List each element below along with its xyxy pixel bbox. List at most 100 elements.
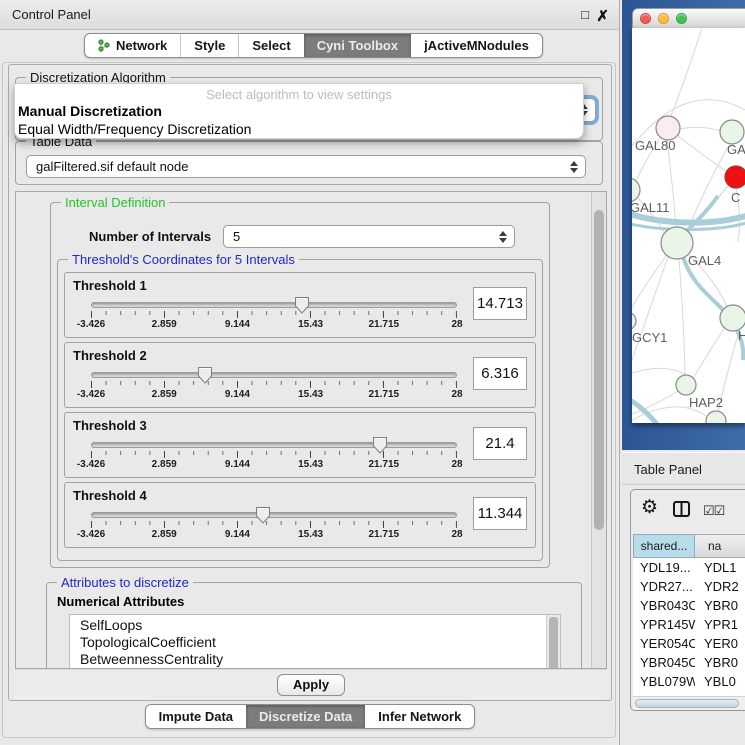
table-row[interactable]: YBR045CYBR0: [633, 653, 745, 672]
threshold-coordinates-group: Threshold's Coordinates for 5 Intervals …: [57, 259, 543, 561]
dropdown-option-equal-width-frequency[interactable]: Equal Width/Frequency Discretization: [15, 120, 583, 138]
threshold-2-value-field[interactable]: 6.316: [473, 357, 527, 390]
panel-scrollbar[interactable]: [591, 192, 606, 668]
table-row[interactable]: YER054CYER0: [633, 634, 745, 653]
node-label: C: [731, 190, 740, 205]
numerical-attributes-list: SelfLoops TopologicalCoefficient Between…: [69, 614, 561, 669]
node-attribute-table: shared... na YDL19...YDL1 YDR27...YDR2 Y…: [633, 534, 745, 696]
threshold-4-slider[interactable]: -3.426 2.859 9.144 15.43 21.715 28: [91, 512, 457, 541]
threshold-1-box: Threshold 1: [64, 272, 536, 338]
table-row[interactable]: YPR145WYPR1: [633, 615, 745, 634]
network-window-titlebar: [632, 8, 745, 28]
cyni-bottom-tabs: Impute Data Discretize Data Infer Networ…: [0, 704, 620, 729]
dropdown-hint-option: Select algorithm to view settings: [15, 84, 583, 102]
number-of-intervals-spinner[interactable]: 5: [223, 225, 515, 248]
node-label: HAP2: [689, 395, 723, 410]
close-window-icon[interactable]: ✗: [596, 7, 609, 25]
slider-tick-labels: -3.426 2.859 9.144 15.43 21.715 28: [91, 389, 457, 401]
slider-ticks: [91, 451, 457, 458]
apply-bar: Apply: [15, 669, 607, 700]
columns-icon[interactable]: [673, 501, 690, 522]
number-of-intervals-label: Number of Intervals: [89, 229, 211, 244]
attributes-group-title: Attributes to discretize: [57, 575, 193, 590]
table-row[interactable]: YDL19...YDL1: [633, 558, 745, 577]
combobox-arrows-icon: [570, 161, 578, 173]
threshold-1-label: Threshold 1: [73, 278, 147, 293]
threshold-1-slider[interactable]: -3.426 2.859 9.144 15.43 21.715 28: [91, 302, 457, 331]
threshold-3-slider[interactable]: -3.426 2.859 9.144 15.43 21.715 28: [91, 442, 457, 471]
tab-discretize-data[interactable]: Discretize Data: [246, 705, 365, 728]
threshold-coordinates-group-title: Threshold's Coordinates for 5 Intervals: [68, 252, 299, 267]
threshold-3-value-field[interactable]: 21.4: [473, 427, 527, 460]
tab-jactivemnodules-label: jActiveMNodules: [424, 34, 529, 57]
algorithm-dropdown-popup: Select algorithm to view settings Manual…: [14, 83, 584, 139]
table-row[interactable]: YDR27...YDR2: [633, 577, 745, 596]
threshold-1-value-field[interactable]: 14.713: [473, 287, 527, 320]
threshold-4-box: Threshold 4: [64, 482, 536, 548]
table-row[interactable]: YBL079WYBL0: [633, 672, 745, 691]
threshold-2-slider[interactable]: -3.426 2.859 9.144 15.43 21.715 28: [91, 372, 457, 401]
table-data-combobox-value: galFiltered.sif default node: [36, 156, 188, 178]
tab-discretize-data-label: Discretize Data: [259, 705, 352, 728]
slider-ticks: [91, 521, 457, 528]
tab-cyni-toolbox[interactable]: Cyni Toolbox: [304, 34, 411, 57]
column-header-shared-name[interactable]: shared...: [633, 534, 695, 558]
float-window-icon[interactable]: □: [581, 7, 589, 22]
list-scrollbar-thumb[interactable]: [549, 617, 558, 669]
app-root: Control Panel □ ✗ Network Style Select: [0, 0, 745, 745]
table-row[interactable]: YBR043CYBR0: [633, 596, 745, 615]
node-bottom-partial[interactable]: [706, 411, 726, 423]
node-top-right[interactable]: [720, 120, 744, 144]
table-horizontal-scrollbar-thumb[interactable]: [635, 699, 739, 708]
threshold-2-box: Threshold 2: [64, 342, 536, 408]
number-of-intervals-value: 5: [233, 226, 240, 248]
tab-select[interactable]: Select: [238, 34, 303, 57]
apply-button[interactable]: Apply: [277, 674, 345, 696]
list-item[interactable]: SelfLoops: [70, 615, 560, 634]
table-panel: ⚙ ☑☑ shared... na YDL19...YDL1 YDR27...Y…: [630, 489, 745, 711]
select-columns-checkboxes-icon[interactable]: ☑☑: [703, 503, 724, 519]
node-gcy1[interactable]: [632, 312, 636, 330]
slider-tick-labels: -3.426 2.859 9.144 15.43 21.715 28: [91, 529, 457, 541]
tab-jactivemnodules[interactable]: jActiveMNodules: [411, 34, 542, 57]
tab-network-label: Network: [116, 34, 167, 57]
table-data-combobox[interactable]: galFiltered.sif default node: [26, 155, 586, 178]
network-canvas[interactable]: GAL80 GA C GAL11 GAL4 GCY1 H HAP2: [632, 28, 745, 423]
node-gal80[interactable]: [656, 116, 680, 140]
slider-track[interactable]: [91, 512, 457, 518]
slider-tick-labels: -3.426 2.859 9.144 15.43 21.715 28: [91, 459, 457, 471]
node-selected-red[interactable]: [725, 166, 745, 188]
tab-impute-data[interactable]: Impute Data: [146, 705, 246, 728]
list-scrollbar[interactable]: [546, 615, 560, 669]
threshold-4-value-field[interactable]: 11.344: [473, 497, 527, 530]
slider-track[interactable]: [91, 302, 457, 308]
node-label: GAL80: [635, 138, 675, 153]
node-hap2[interactable]: [676, 375, 696, 395]
table-horizontal-scrollbar[interactable]: [633, 696, 745, 710]
slider-track[interactable]: [91, 372, 457, 378]
close-traffic-light[interactable]: [640, 13, 651, 24]
list-item[interactable]: BetweennessCentrality: [70, 651, 560, 668]
slider-track[interactable]: [91, 442, 457, 448]
minimize-traffic-light[interactable]: [658, 13, 669, 24]
control-panel-title: Control Panel: [12, 0, 91, 30]
node-label: GA: [727, 142, 745, 157]
list-item[interactable]: TopologicalCoefficient: [70, 634, 560, 651]
tab-infer-network-label: Infer Network: [378, 705, 461, 728]
gear-icon[interactable]: ⚙: [641, 498, 658, 517]
tab-style[interactable]: Style: [180, 34, 238, 57]
tab-impute-data-label: Impute Data: [159, 705, 233, 728]
panel-scrollbar-thumb[interactable]: [594, 210, 604, 530]
spinner-arrows-icon: [499, 231, 507, 243]
tab-network[interactable]: Network: [85, 34, 180, 57]
zoom-traffic-light[interactable]: [676, 13, 687, 24]
tab-style-label: Style: [194, 34, 225, 57]
control-panel-titlebar: Control Panel □ ✗: [0, 0, 619, 30]
interval-definition-group-title: Interval Definition: [61, 195, 169, 210]
numerical-attributes-label: Numerical Attributes: [57, 594, 184, 609]
tab-cyni-toolbox-label: Cyni Toolbox: [317, 34, 398, 57]
dropdown-option-manual-discretization[interactable]: Manual Discretization: [15, 102, 583, 120]
table-header-row: shared... na: [633, 534, 745, 558]
tab-infer-network[interactable]: Infer Network: [365, 705, 474, 728]
column-header-name[interactable]: na: [695, 534, 745, 558]
